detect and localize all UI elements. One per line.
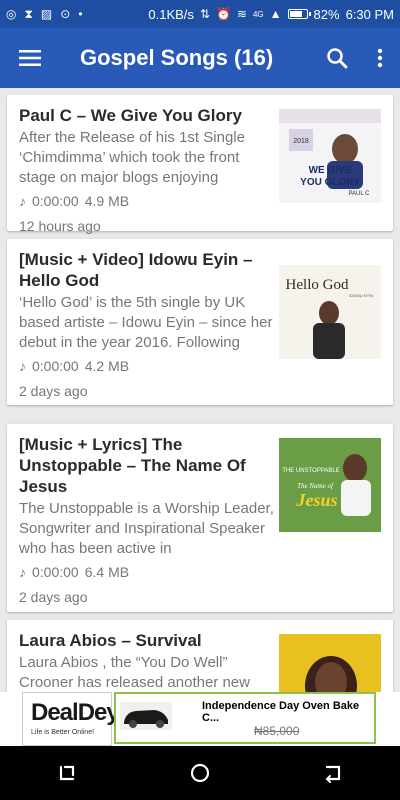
navigation-bar — [0, 746, 400, 800]
post-duration: 0:00:00 — [32, 564, 79, 580]
ad-banner[interactable]: DealDey Life is Better Online! Independe… — [0, 692, 400, 746]
post-excerpt: After the Release of his 1st Single ‘Chi… — [19, 129, 245, 186]
music-note-icon: ♪ — [19, 564, 26, 580]
post-time: 12 hours ago — [19, 218, 101, 234]
app-bar: Gospel Songs (16) — [0, 28, 400, 88]
post-duration: 0:00:00 — [32, 358, 79, 374]
post-card[interactable]: [Music + Video] Idowu Eyin – Hello God ‘… — [7, 239, 393, 405]
status-bar: ◎ ⧗ ▨ ⊙ • 0.1KB/s ⇅ ⏰ ≋ 4G ▲ 82% 6:30 PM — [0, 0, 400, 28]
network-speed: 0.1KB/s — [148, 6, 194, 22]
post-meta: ♪ 0:00:00 4.2 MB — [19, 358, 275, 374]
post-time: 2 days ago — [19, 589, 88, 605]
battery-percent: 82% — [313, 6, 340, 22]
menu-button[interactable] — [0, 28, 60, 88]
post-title[interactable]: [Music + Video] Idowu Eyin – Hello God — [19, 249, 275, 291]
post-title[interactable]: [Music + Lyrics] The Unstoppable – The N… — [19, 434, 275, 497]
product-image — [120, 702, 172, 730]
recents-icon — [59, 765, 74, 781]
post-excerpt: The Unstoppable is a Worship Leader, Son… — [19, 500, 274, 557]
post-size: 4.2 MB — [84, 358, 130, 374]
post-title[interactable]: Paul C – We Give You Glory — [19, 105, 275, 126]
ad-product[interactable]: Independence Day Oven Bake C... ₦85,000 — [114, 692, 376, 744]
back-icon — [325, 765, 341, 783]
ad-logo[interactable]: DealDey Life is Better Online! — [22, 692, 120, 746]
target-icon: ⊙ — [60, 7, 71, 21]
ad-brand: DealDey — [31, 699, 120, 726]
image-icon: ▨ — [40, 7, 53, 21]
search-button[interactable] — [314, 28, 360, 88]
wifi-icon: ≋ — [236, 7, 247, 21]
back-button[interactable] — [309, 749, 357, 797]
search-icon — [327, 48, 348, 69]
post-title[interactable]: Laura Abios – Survival — [19, 630, 275, 651]
thumb-title: Hello God — [286, 277, 349, 293]
ad-product-name: Independence Day Oven Bake C... — [202, 700, 360, 724]
thumb-artist: PAUL C — [348, 191, 370, 197]
post-thumbnail[interactable]: 2018 WE GIVE YOU GLORY PAUL C — [279, 109, 381, 203]
data-arrows-icon: ⇅ — [199, 7, 210, 21]
thumb-line1: WE GIVE — [309, 165, 352, 176]
ad-price: ₦85,000 — [254, 724, 300, 738]
post-meta: ♪ 0:00:00 4.9 MB — [19, 193, 275, 209]
post-meta: ♪ 0:00:00 6.4 MB — [19, 564, 275, 580]
post-time: 2 days ago — [19, 383, 88, 399]
thumb-line3: Jesus — [295, 490, 337, 510]
more-vert-icon — [377, 48, 383, 68]
music-note-icon: ♪ — [19, 193, 26, 209]
home-icon — [190, 763, 210, 783]
post-thumbnail[interactable]: THE UNSTOPPABLE The Name of Jesus — [279, 438, 381, 532]
hamburger-icon — [19, 50, 41, 66]
ad-tagline: Life is Better Online! — [31, 729, 95, 736]
post-card[interactable]: Laura Abios – Survival Laura Abios , the… — [7, 620, 393, 692]
post-thumbnail[interactable] — [279, 634, 381, 692]
thumb-artist: THE UNSTOPPABLE — [282, 468, 339, 474]
post-list[interactable]: Paul C – We Give You Glory After the Rel… — [0, 88, 400, 692]
more-options-button[interactable] — [360, 28, 400, 88]
post-size: 4.9 MB — [84, 193, 130, 209]
thumb-line2: YOU GLORY — [300, 177, 360, 188]
post-thumbnail[interactable]: Hello God IDOWU EYIN — [279, 265, 381, 359]
alarm-icon: ⏰ — [215, 7, 231, 21]
post-duration: 0:00:00 — [32, 193, 79, 209]
post-card[interactable]: Paul C – We Give You Glory After the Rel… — [7, 95, 393, 234]
thumb-artist: IDOWU EYIN — [349, 293, 373, 298]
network-type: 4G — [252, 9, 264, 19]
recents-button[interactable] — [43, 749, 91, 797]
battery-icon — [287, 9, 311, 19]
thumb-line2: The Name of — [297, 482, 334, 490]
clock: 6:30 PM — [345, 6, 394, 22]
post-card[interactable]: [Music + Lyrics] The Unstoppable – The N… — [7, 424, 393, 612]
music-note-icon: ♪ — [19, 358, 26, 374]
post-size: 6.4 MB — [84, 564, 130, 580]
home-button[interactable] — [176, 749, 224, 797]
dot-icon: • — [78, 7, 83, 21]
post-excerpt: Laura Abios , the “You Do Well” Crooner … — [19, 654, 250, 691]
page-title: Gospel Songs (16) — [80, 45, 274, 70]
signal-icon: ▲ — [269, 7, 282, 21]
thumb-year: 2018 — [293, 138, 309, 145]
hourglass-icon: ⧗ — [24, 7, 33, 21]
circle-o-icon: ◎ — [6, 7, 17, 21]
post-excerpt: ‘Hello God’ is the 5th single by UK base… — [19, 294, 273, 351]
